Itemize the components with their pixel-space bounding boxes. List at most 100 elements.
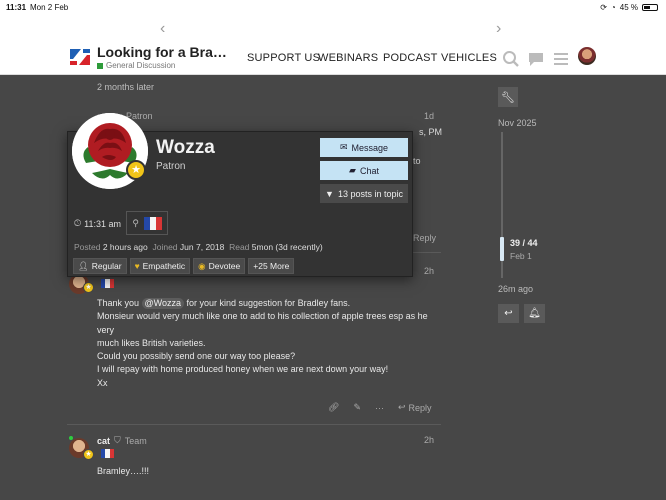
- badge-empathetic[interactable]: ♥ Empathetic: [129, 258, 191, 274]
- post-author: cat ⛉ Team: [97, 435, 147, 446]
- search-icon[interactable]: [502, 50, 520, 68]
- post-text: Thank you: [97, 298, 142, 308]
- edit-icon[interactable]: ✎: [353, 402, 361, 413]
- reply-label: Reply: [408, 402, 432, 413]
- badge-regular[interactable]: 👤︎ Regular: [73, 258, 127, 274]
- status-time: 11:31: [6, 3, 27, 12]
- topic-title[interactable]: Looking for a Bra…: [97, 44, 227, 60]
- reply-button[interactable]: ↩ Reply: [398, 402, 432, 413]
- topic-admin-button[interactable]: 🔧︎: [498, 87, 518, 107]
- clock-icon: 🕓︎: [74, 218, 82, 228]
- post-date[interactable]: 1d: [424, 111, 434, 121]
- user-badges: 👤︎ Regular ♥ Empathetic ◉ Devotee +25 Mo…: [73, 258, 295, 274]
- read-recent-value: (3d recently): [273, 242, 323, 252]
- post-text-fragment: s, PM: [419, 127, 443, 137]
- posts-in-topic-filter-button[interactable]: ▼ 13 posts in topic: [320, 184, 408, 203]
- badge-devotee[interactable]: ◉ Devotee: [193, 258, 246, 274]
- post-text-fragment: to: [413, 156, 421, 166]
- time-gap-label: 2 months later: [97, 82, 155, 92]
- online-status-indicator: [68, 435, 74, 441]
- message-label: Message: [351, 142, 389, 153]
- eye-icon: ◉: [198, 260, 206, 271]
- reply-icon: ↩: [504, 308, 513, 319]
- joined-value: Jun 7, 2018: [179, 242, 225, 252]
- browser-bar: ‹ ›: [0, 16, 666, 42]
- star-flair-icon: ★: [83, 449, 94, 460]
- nav-webinars[interactable]: WEBINARS: [318, 52, 378, 64]
- chat-button[interactable]: ▰ Chat: [320, 161, 408, 180]
- bell-icon: 🔔︎: [528, 308, 541, 319]
- site-logo[interactable]: [68, 45, 92, 69]
- wrench-icon: 🔧︎: [501, 91, 515, 104]
- status-date: Mon 2 Feb: [30, 3, 69, 12]
- orientation-lock-icon: ⟳: [600, 3, 607, 12]
- post-divider: [67, 424, 441, 425]
- link-icon[interactable]: 🔗︎: [328, 402, 339, 413]
- user-local-time: 🕓︎ 11:31 am: [74, 218, 121, 229]
- read-value: 5mon: [251, 242, 274, 252]
- post-text: I will repay with home produced honey wh…: [97, 364, 389, 375]
- chat-label: Chat: [359, 165, 379, 176]
- post-date[interactable]: 2h: [424, 435, 434, 445]
- envelope-icon: ✉: [339, 142, 348, 152]
- battery-percent: 45 %: [619, 3, 638, 12]
- current-user-avatar[interactable]: [578, 47, 596, 65]
- user-card-meta: Posted 2 hours ago Joined Jun 7, 2018 Re…: [74, 242, 323, 252]
- message-button[interactable]: ✉ Message: [320, 138, 408, 157]
- browser-forward-icon[interactable]: ›: [496, 20, 501, 38]
- user-card-title: Patron: [156, 161, 186, 172]
- read-label: Read: [229, 242, 250, 252]
- posts-in-topic-label: 13 posts in topic: [337, 188, 403, 199]
- category-color-swatch: [97, 62, 103, 69]
- timeline-start-date[interactable]: Nov 2025: [498, 118, 537, 128]
- more-actions-icon[interactable]: ···: [375, 403, 384, 413]
- france-flag-icon: [101, 279, 114, 288]
- browser-back-icon[interactable]: ‹: [160, 20, 165, 38]
- user-mention[interactable]: @Wozza: [141, 298, 185, 309]
- category-badge[interactable]: General Discussion: [97, 61, 175, 70]
- chat-icon[interactable]: [527, 50, 545, 68]
- badge-label: Regular: [91, 261, 122, 271]
- badge-label: Devotee: [208, 261, 241, 271]
- france-flag-icon: [101, 449, 114, 458]
- post-text: Xx: [97, 377, 108, 388]
- timeline-handle[interactable]: [500, 237, 504, 261]
- category-name: General Discussion: [106, 61, 176, 70]
- badge-label: Empathetic: [142, 261, 186, 271]
- site-header: Looking for a Bra… General Discussion SU…: [0, 42, 666, 75]
- wifi-icon: ◔: [610, 3, 616, 12]
- badge-label: +25 More: [253, 261, 290, 271]
- user-icon: 👤︎: [78, 260, 89, 271]
- user-card-name[interactable]: Wozza: [156, 137, 215, 159]
- heart-icon: ♥: [134, 261, 140, 271]
- status-bar: 11:31 Mon 2 Feb ⟳ ◔ 45 %: [0, 0, 666, 16]
- nav-vehicles[interactable]: VEHICLES: [441, 52, 497, 64]
- post-text: for your kind suggestion for Bradley fan…: [184, 298, 351, 308]
- post-username[interactable]: cat: [97, 436, 110, 446]
- notifications-button[interactable]: 🔔︎: [524, 304, 545, 323]
- local-time-value: 11:31 am: [84, 218, 121, 229]
- post-date[interactable]: 2h: [424, 266, 434, 276]
- more-badges-button[interactable]: +25 More: [248, 258, 295, 274]
- timeline-end-date[interactable]: 26m ago: [498, 284, 533, 294]
- chat-bubble-icon: ▰: [349, 165, 356, 175]
- filter-icon: ▼: [325, 188, 334, 199]
- reply-icon: ↩: [397, 402, 406, 412]
- timeline-position: 39 / 44: [510, 238, 538, 248]
- shield-icon: ⛉: [114, 435, 121, 445]
- post-body: Thank you @Wozza for your kind suggestio…: [97, 297, 437, 390]
- reply-to-topic-button[interactable]: ↩: [498, 304, 519, 323]
- joined-label: Joined: [152, 242, 178, 252]
- posted-label: Posted: [74, 242, 101, 252]
- star-flair-icon: ★: [83, 282, 94, 293]
- post-text: Bramley….!!!: [97, 466, 150, 476]
- nav-podcast[interactable]: PODCAST: [383, 52, 438, 64]
- map-pin-icon: ⚲: [132, 217, 139, 228]
- post-group[interactable]: Team: [125, 436, 147, 446]
- reply-button[interactable]: Reply: [413, 233, 436, 243]
- battery-icon: [642, 4, 658, 11]
- nav-support-us[interactable]: SUPPORT US: [247, 52, 320, 64]
- menu-icon[interactable]: [552, 50, 570, 68]
- user-location: ⚲: [126, 211, 168, 235]
- post-text: Monsieur would very much like one to add…: [97, 311, 428, 335]
